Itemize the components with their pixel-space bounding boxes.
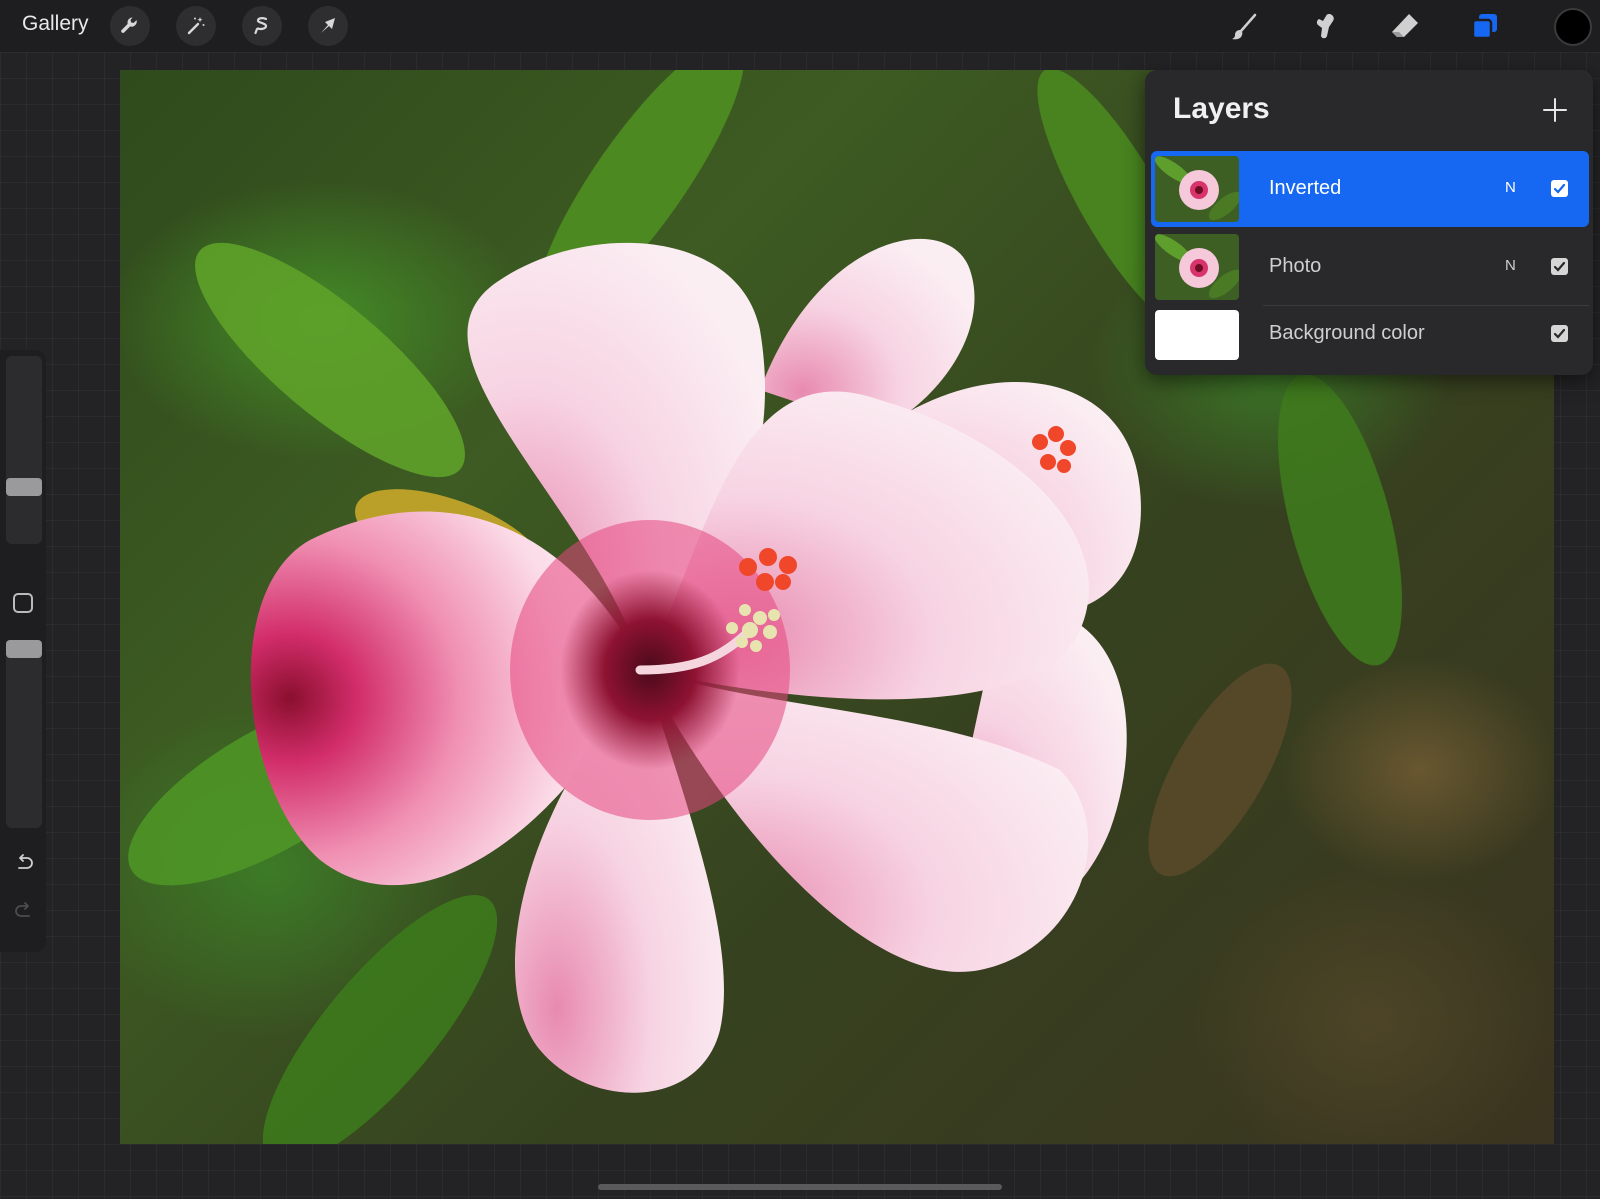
plus-icon[interactable] (1541, 96, 1569, 124)
wrench-icon (121, 17, 137, 33)
left-sidebar (0, 350, 46, 952)
smudge-icon (1316, 14, 1334, 39)
redo-button[interactable] (12, 898, 36, 922)
transform-button[interactable] (308, 6, 348, 46)
checkmark-icon (1553, 261, 1566, 272)
gallery-button[interactable]: Gallery (22, 12, 89, 36)
brush-size-knob[interactable] (6, 478, 42, 497)
blend-mode-button[interactable]: N (1505, 257, 1516, 274)
transform-arrow-icon (321, 18, 335, 33)
opacity-slider[interactable] (6, 640, 42, 828)
layer-thumbnail (1155, 156, 1239, 222)
layer-visibility-checkbox[interactable] (1551, 180, 1568, 197)
layer-thumbnail (1155, 234, 1239, 300)
brush-size-slider[interactable] (6, 356, 42, 544)
layer-visibility-checkbox[interactable] (1551, 258, 1568, 275)
checkmark-icon (1553, 183, 1566, 194)
magic-wand-icon (187, 17, 205, 35)
opacity-knob[interactable] (6, 640, 42, 658)
adjustments-button[interactable] (176, 6, 216, 46)
actions-wrench-button[interactable] (110, 6, 150, 46)
color-picker-swatch[interactable] (1554, 8, 1592, 46)
selection-button[interactable] (242, 6, 282, 46)
layer-thumbnail (1155, 310, 1239, 360)
layer-name: Inverted (1269, 177, 1342, 199)
brush-tool-button[interactable] (1224, 6, 1266, 48)
undo-button[interactable] (12, 850, 36, 874)
brush-icon (1232, 13, 1257, 40)
layer-name: Photo (1269, 255, 1322, 277)
layers-icon (1471, 14, 1497, 40)
home-indicator (598, 1184, 1002, 1190)
square-modify-icon[interactable] (13, 593, 33, 613)
layer-name: Background color (1269, 322, 1425, 344)
layer-row-inverted[interactable]: Inverted N (1151, 151, 1589, 227)
blend-mode-button[interactable]: N (1505, 179, 1516, 196)
eraser-icon (1392, 14, 1418, 37)
selection-icon (254, 17, 268, 35)
layer-visibility-checkbox[interactable] (1551, 325, 1568, 342)
redo-icon (15, 902, 30, 917)
eraser-tool-button[interactable] (1384, 6, 1426, 48)
layer-row-background-color[interactable]: Background color (1151, 306, 1589, 372)
checkmark-icon (1553, 328, 1566, 339)
top-toolbar: Gallery (0, 0, 1600, 52)
layers-panel: Layers Inverted N Photo N Background col… (1145, 70, 1593, 375)
layers-panel-title: Layers (1173, 92, 1270, 125)
layer-row-photo[interactable]: Photo N (1151, 229, 1589, 305)
layers-tool-button[interactable] (1464, 6, 1506, 48)
undo-icon (18, 854, 33, 869)
smudge-tool-button[interactable] (1304, 6, 1346, 48)
